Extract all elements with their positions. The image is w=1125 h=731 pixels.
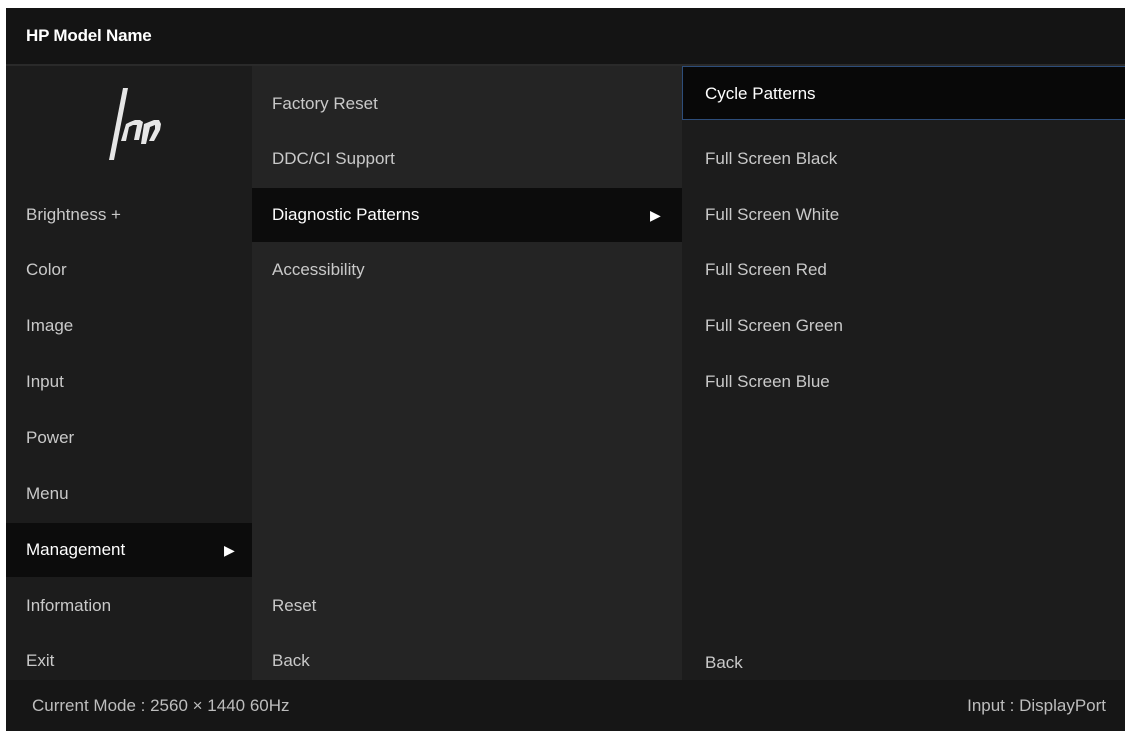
main-menu-item-label: Color (26, 260, 67, 279)
main-menu-item-management[interactable]: Management ▶ (6, 523, 252, 577)
pattern-item-cycle-patterns[interactable]: Cycle Patterns (682, 66, 1125, 120)
hp-logo-icon (109, 88, 161, 160)
main-menu-item-label: Information (26, 596, 112, 615)
management-item-label: Accessibility (272, 260, 365, 279)
submenu-arrow-icon: ▶ (224, 542, 235, 558)
management-item-label: Diagnostic Patterns (272, 205, 420, 224)
main-menu-item-power[interactable]: Power (6, 411, 252, 465)
management-item-label: DDC/CI Support (272, 149, 395, 168)
pattern-item-full-screen-white[interactable]: Full Screen White (682, 188, 1125, 242)
model-title: HP Model Name (26, 26, 152, 45)
management-menu-column: Factory Reset DDC/CI Support Diagnostic … (252, 66, 682, 680)
main-menu-item-menu[interactable]: Menu (6, 467, 252, 521)
pattern-item-full-screen-blue[interactable]: Full Screen Blue (682, 355, 1125, 409)
osd-menu-window: HP Model Name Brightness + Color Image I… (6, 8, 1125, 680)
pattern-item-label: Full Screen White (705, 205, 840, 224)
input-status: Input : DisplayPort (967, 696, 1106, 715)
main-menu-item-input[interactable]: Input (6, 355, 252, 409)
status-bar: Current Mode : 2560 × 1440 60Hz Input : … (6, 680, 1125, 731)
management-item-factory-reset[interactable]: Factory Reset (252, 77, 682, 131)
current-mode-status: Current Mode : 2560 × 1440 60Hz (32, 696, 290, 715)
main-menu-item-brightness[interactable]: Brightness + (6, 188, 252, 242)
main-menu-item-label: Input (26, 372, 64, 391)
management-item-ddc-ci-support[interactable]: DDC/CI Support (252, 132, 682, 186)
pattern-item-full-screen-green[interactable]: Full Screen Green (682, 299, 1125, 353)
back-label: Back (272, 651, 310, 670)
main-menu-item-information[interactable]: Information (6, 579, 252, 633)
main-menu-item-label: Menu (26, 484, 69, 503)
patterns-menu-column: Cycle Patterns Full Screen Black Full Sc… (682, 66, 1125, 680)
main-menu-item-image[interactable]: Image (6, 299, 252, 353)
back-label: Back (705, 653, 743, 672)
main-menu-item-label: Brightness + (26, 205, 121, 224)
main-menu-item-label: Exit (26, 651, 55, 670)
pattern-item-label: Full Screen Red (705, 260, 827, 279)
pattern-item-label: Cycle Patterns (705, 84, 816, 103)
main-menu-item-label: Power (26, 428, 75, 447)
main-menu-item-label: Image (26, 316, 74, 335)
pattern-item-label: Full Screen Green (705, 316, 843, 335)
pattern-item-label: Full Screen Black (705, 149, 838, 168)
pattern-item-full-screen-black[interactable]: Full Screen Black (682, 132, 1125, 186)
title-bar: HP Model Name (6, 8, 1125, 66)
management-reset-button[interactable]: Reset (252, 579, 682, 633)
management-item-accessibility[interactable]: Accessibility (252, 243, 682, 297)
pattern-item-label: Full Screen Blue (705, 372, 830, 391)
management-item-label: Factory Reset (272, 94, 378, 113)
management-item-diagnostic-patterns[interactable]: Diagnostic Patterns ▶ (252, 188, 682, 242)
reset-label: Reset (272, 596, 317, 615)
submenu-arrow-icon: ▶ (650, 207, 661, 223)
main-menu-item-label: Management (26, 540, 126, 559)
main-menu-column: Brightness + Color Image Input Power Men… (6, 66, 252, 680)
main-menu-item-color[interactable]: Color (6, 243, 252, 297)
pattern-item-full-screen-red[interactable]: Full Screen Red (682, 243, 1125, 297)
